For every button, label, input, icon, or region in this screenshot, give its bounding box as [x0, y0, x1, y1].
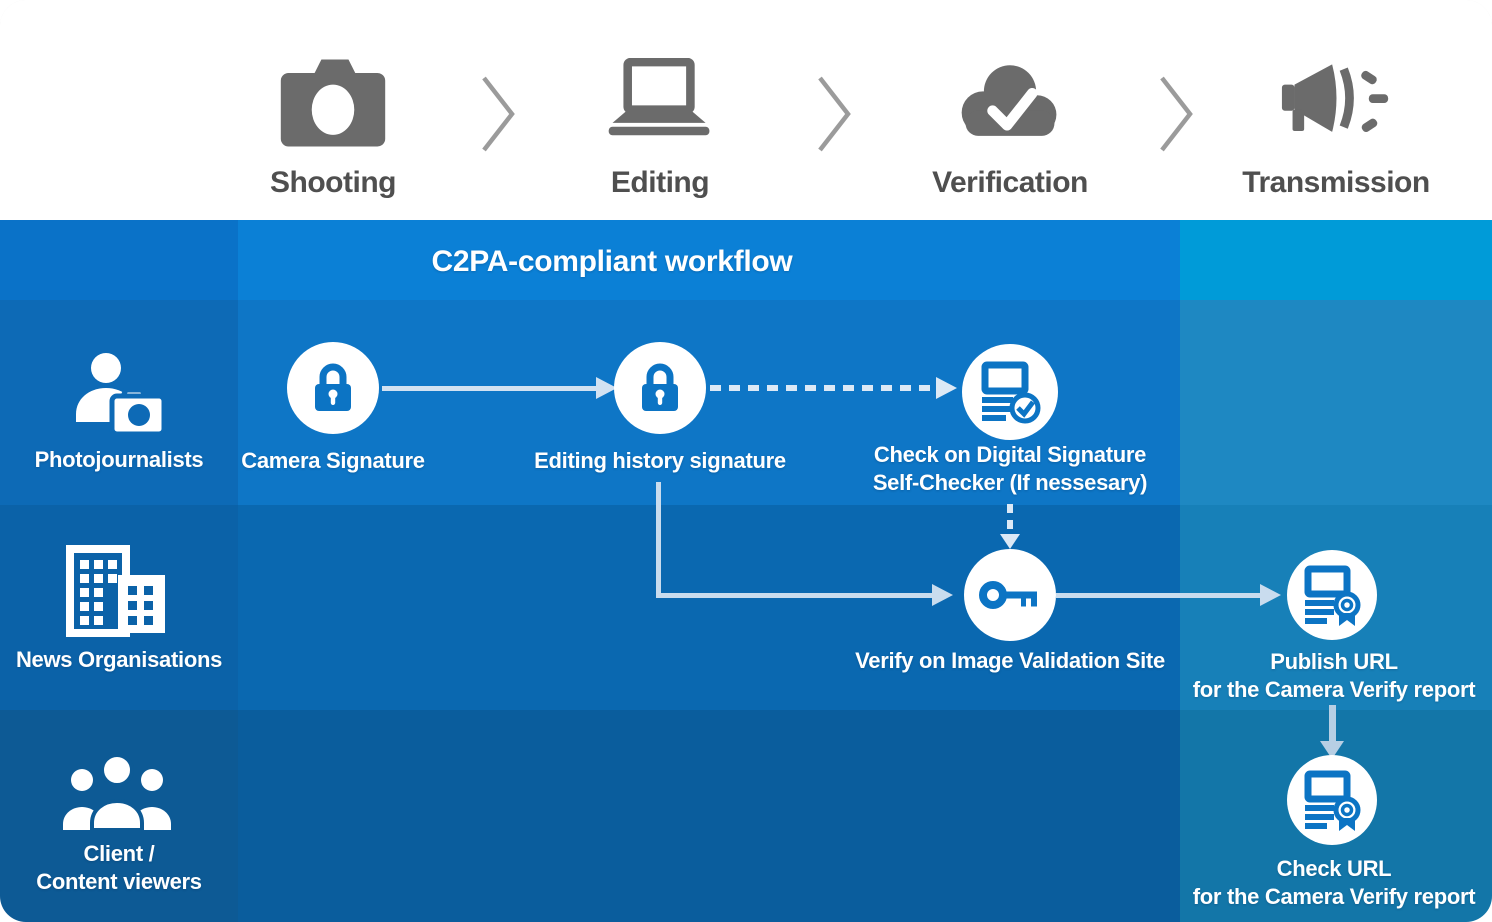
stage-editing: Editing — [540, 52, 780, 200]
publish-url-label: Publish URL for the Camera Verify report — [1178, 648, 1490, 704]
document-ribbon-icon — [1302, 564, 1362, 626]
camera-signature-label: Camera Signature — [183, 449, 483, 473]
arrowhead-right-icon — [936, 377, 957, 399]
actor-label-news-organisations: News Organisations — [0, 648, 238, 672]
self-checker-label-line2: Self-Checker (If nessesary) — [810, 469, 1210, 497]
lock-icon — [310, 362, 356, 414]
arrowhead-right-icon — [932, 584, 953, 606]
publish-url-label-line1: Publish URL — [1178, 648, 1490, 676]
c2pa-workflow-diagram: Shooting Editing Verification — [0, 0, 1492, 922]
document-ribbon-icon — [1302, 769, 1362, 831]
self-checker-node — [962, 344, 1058, 440]
camera-icon — [213, 52, 453, 152]
arrow-publish-to-check — [1329, 705, 1336, 742]
building-icon — [65, 544, 169, 638]
self-checker-label-line1: Check on Digital Signature — [810, 441, 1210, 469]
stage-label-shooting: Shooting — [213, 166, 453, 200]
publish-url-label-line2: for the Camera Verify report — [1178, 676, 1490, 704]
actor-label-clients-line1: Client / — [0, 840, 238, 868]
stage-label-transmission: Transmission — [1216, 166, 1456, 200]
lock-icon — [637, 362, 683, 414]
chevron-right-icon — [480, 74, 518, 154]
check-url-node — [1287, 755, 1377, 845]
chevron-right-icon — [816, 74, 854, 154]
document-check-icon — [979, 360, 1041, 424]
grid-cell-header-left — [0, 220, 238, 300]
image-validation-node — [964, 549, 1056, 641]
stage-verification: Verification — [890, 52, 1130, 200]
arrow-camera-to-editing — [382, 386, 598, 391]
laptop-icon — [540, 52, 780, 152]
megaphone-icon — [1216, 52, 1456, 152]
self-checker-label: Check on Digital Signature Self-Checker … — [810, 441, 1210, 497]
actor-label-clients-line2: Content viewers — [0, 868, 238, 896]
dashed-arrow-selfchecker-to-key — [1007, 504, 1013, 536]
editing-history-signature-node — [614, 342, 706, 434]
camera-signature-node — [287, 342, 379, 434]
person-camera-icon — [62, 348, 172, 444]
arrowhead-right-icon — [1260, 584, 1281, 606]
stage-label-editing: Editing — [540, 166, 780, 200]
people-group-icon — [58, 752, 176, 832]
editing-history-signature-label: Editing history signature — [460, 449, 860, 473]
grid-cell-row3-middle — [238, 710, 1180, 922]
elbow-line-vertical — [656, 482, 661, 595]
stage-transmission: Transmission — [1216, 52, 1456, 200]
arrowhead-down-icon — [1000, 534, 1020, 549]
stage-label-verification: Verification — [890, 166, 1130, 200]
actor-label-clients: Client / Content viewers — [0, 840, 238, 896]
stage-shooting: Shooting — [213, 52, 453, 200]
cloud-check-icon — [890, 52, 1130, 152]
check-url-label-line2: for the Camera Verify report — [1178, 883, 1490, 911]
chevron-right-icon — [1158, 74, 1196, 154]
workflow-header-title: C2PA-compliant workflow — [238, 245, 986, 279]
elbow-line-horizontal — [656, 593, 934, 598]
dashed-arrow-editing-to-selfchecker — [710, 385, 938, 391]
image-validation-label: Verify on Image Validation Site — [810, 649, 1210, 673]
key-icon — [979, 574, 1041, 616]
check-url-label: Check URL for the Camera Verify report — [1178, 855, 1490, 911]
grid-cell-header-right — [1180, 220, 1492, 300]
grid-cell-row1-right — [1180, 300, 1492, 505]
publish-url-node — [1287, 550, 1377, 640]
arrow-key-to-publish — [1056, 593, 1260, 598]
check-url-label-line1: Check URL — [1178, 855, 1490, 883]
